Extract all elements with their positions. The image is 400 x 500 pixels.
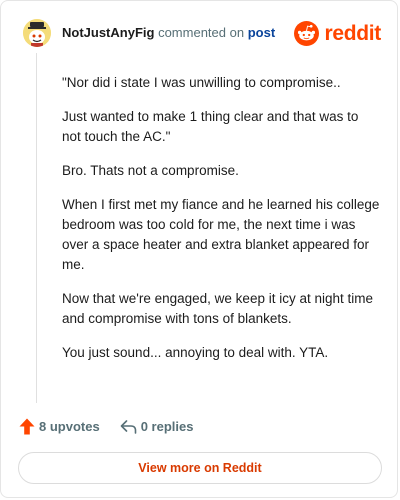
replies-button[interactable]: 0 replies <box>120 419 194 434</box>
comment-paragraph: When I first met my fiance and he learne… <box>62 197 380 272</box>
author-name[interactable]: NotJustAnyFig <box>62 25 154 40</box>
view-more-button[interactable]: View more on Reddit <box>18 452 382 484</box>
comment-body: "Nor did i state I was unwilling to comp… <box>62 73 380 377</box>
commented-on-text: commented on <box>158 25 245 40</box>
reply-arrow-icon <box>120 419 136 434</box>
comment-paragraph: Bro. Thats not a compromise. <box>62 163 239 178</box>
comment-header: NotJustAnyFig commented on post <box>23 19 275 47</box>
embedded-comment-card: NotJustAnyFig commented on post reddit "… <box>0 0 398 498</box>
comment-paragraph: Now that we're engaged, we keep it icy a… <box>62 291 373 326</box>
user-avatar[interactable] <box>23 19 51 47</box>
reddit-snoo-icon <box>294 21 320 46</box>
post-link[interactable]: post <box>248 25 275 40</box>
upvote-button[interactable]: 8 upvotes <box>19 418 100 435</box>
reddit-wordmark: reddit <box>324 21 381 45</box>
comment-paragraph: You just sound... annoying to deal with.… <box>62 345 329 360</box>
author-line: NotJustAnyFig commented on post <box>62 25 275 41</box>
comment-actions: 8 upvotes 0 replies <box>19 418 193 435</box>
comment-paragraph: "Nor did i state I was unwilling to comp… <box>62 75 341 90</box>
comment-paragraph: Just wanted to make 1 thing clear and th… <box>62 109 359 144</box>
reply-count: 0 replies <box>140 419 194 434</box>
upvote-arrow-icon <box>19 418 35 435</box>
thread-line <box>36 53 37 403</box>
upvote-count: 8 upvotes <box>39 419 100 434</box>
reddit-logo[interactable]: reddit <box>294 21 381 46</box>
snoo-avatar-icon <box>23 19 51 47</box>
